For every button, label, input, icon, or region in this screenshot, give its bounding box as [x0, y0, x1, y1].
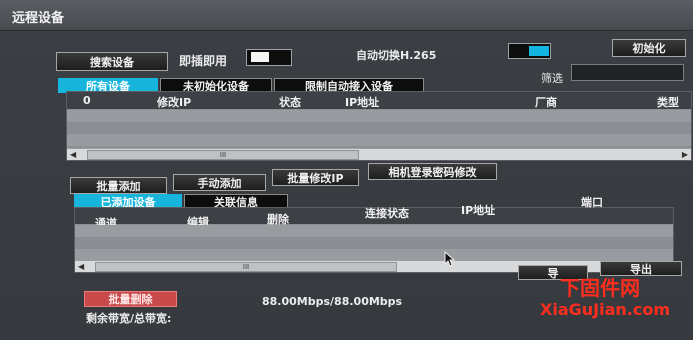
column-type[interactable]: 类型: [657, 94, 679, 110]
discovered-device-table: 0 修改IP 状态 IP地址 厂商 类型 ◀ III ▶: [66, 91, 692, 161]
added-device-table: 通道 编辑 删除 连接状态 IP地址 端口 ◀ III ▶: [74, 196, 674, 273]
bandwidth-value: 88.00Mbps/88.00Mbps: [262, 295, 403, 308]
column-ip-address[interactable]: IP地址: [345, 94, 379, 110]
scroll-left-icon[interactable]: ◀: [78, 262, 84, 271]
toggle-knob: [529, 46, 549, 56]
window-title: 远程设备: [12, 11, 65, 26]
initialize-button[interactable]: 初始化: [612, 39, 686, 57]
table-row[interactable]: [67, 122, 691, 134]
table-row[interactable]: [67, 134, 691, 146]
table-header: 0 修改IP 状态 IP地址 厂商 类型: [67, 92, 691, 109]
bandwidth-label: 剩余带宽/总带宽:: [86, 312, 172, 325]
table-header: 通道 编辑 删除 连接状态 IP地址 端口: [75, 196, 673, 230]
column-status[interactable]: 状态: [279, 94, 301, 110]
table-row[interactable]: [75, 237, 673, 249]
mouse-cursor-icon: [444, 251, 456, 267]
toggle-knob: [251, 52, 269, 62]
auto-switch-h265-label: 自动切换H.265: [356, 49, 437, 62]
scroll-left-icon[interactable]: ◀: [70, 150, 76, 159]
filter-label: 筛选: [541, 72, 563, 85]
batch-delete-button[interactable]: 批量删除: [84, 291, 177, 307]
table-row[interactable]: [75, 225, 673, 237]
table-row[interactable]: [67, 110, 691, 122]
watermark-logo-text: 下固件网: [560, 276, 640, 300]
search-devices-button[interactable]: 搜索设备: [56, 52, 168, 71]
column-connection-status[interactable]: 连接状态: [365, 205, 409, 221]
column-modify-ip[interactable]: 修改IP: [157, 94, 191, 110]
scroll-thumb[interactable]: III: [87, 150, 359, 160]
filter-input[interactable]: [571, 64, 684, 81]
plug-and-play-label: 即插即用: [179, 54, 228, 68]
column-ip-address[interactable]: IP地址: [461, 202, 495, 218]
camera-login-password-button[interactable]: 相机登录密码修改: [368, 163, 497, 180]
column-index: 0: [83, 94, 91, 107]
batch-add-button[interactable]: 批量添加: [70, 177, 167, 194]
plug-and-play-toggle[interactable]: [246, 49, 292, 66]
watermark-url: XiaGuJian.com: [540, 300, 670, 319]
column-port[interactable]: 端口: [581, 194, 603, 210]
batch-modify-ip-button[interactable]: 批量修改IP: [272, 169, 359, 186]
title-bar: 远程设备: [0, 0, 693, 31]
horizontal-scrollbar[interactable]: ◀ III ▶: [67, 148, 691, 160]
auto-switch-h265-toggle[interactable]: [508, 43, 551, 59]
manual-add-button[interactable]: 手动添加: [173, 174, 266, 191]
scroll-right-icon[interactable]: ▶: [682, 150, 688, 159]
scroll-thumb[interactable]: III: [95, 262, 397, 272]
column-vendor[interactable]: 厂商: [535, 94, 557, 110]
